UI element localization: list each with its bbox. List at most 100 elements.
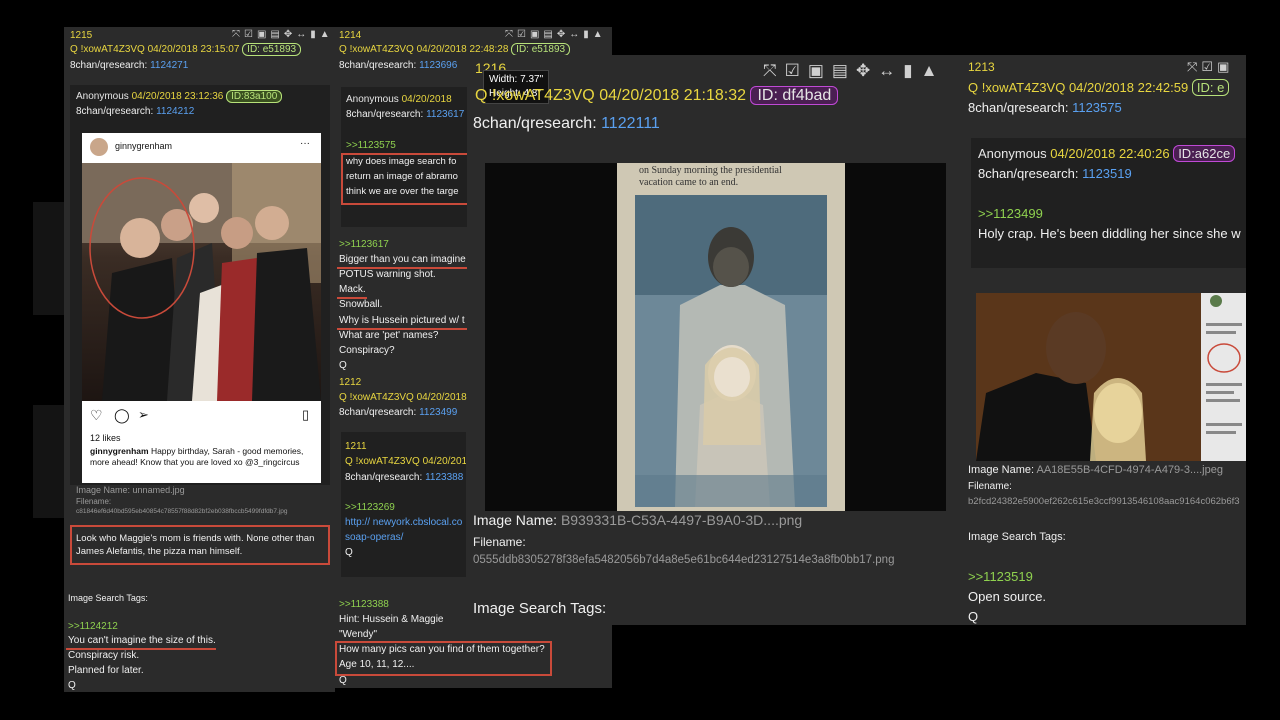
likes-count: 12 likes [90,433,121,443]
post-number-1212[interactable]: 1212 [339,377,361,388]
board-link[interactable]: 1122111 [601,115,660,132]
check-icon[interactable]: ☑ [1201,59,1213,75]
clipping-line-2: vacation came to an end. [639,177,739,188]
bookmark-icon[interactable]: ▯ [302,407,309,423]
caption-user[interactable]: ginnygrenham [90,446,149,456]
sub-post-1211: 1211 Q !xowAT4Z3VQ 04/20/2018 8chan/qres… [341,432,466,577]
move-icon[interactable]: ✥ [557,29,565,40]
share-icon[interactable]: ⤧ [1187,59,1197,75]
body-line-3: Mack. [339,284,366,295]
resize-icon[interactable]: ↔ [878,61,895,81]
doc-icon[interactable]: ▤ [543,29,552,40]
doc-icon[interactable]: ▤ [270,29,279,40]
reply-name: Anonymous [346,94,399,105]
send-icon[interactable]: ➢ [138,407,149,423]
post-toolbar: ⤧ ☑ ▣ [1187,59,1229,75]
external-link[interactable]: http:// newyork.cbslocal.co [345,517,462,528]
instagram-card[interactable]: ginnygrenham ··· ♡ ◯ ➢ ▯ 12 likes ginnyg… [82,133,321,483]
boxed-line-2: Age 10, 11, 12.... [339,659,415,670]
reply-board-link[interactable]: 1124212 [156,106,194,117]
reply-board-link[interactable]: 1123617 [426,109,464,120]
vr-icon[interactable]: ▣ [1217,59,1229,75]
quote-link[interactable]: >>1123617 [339,239,389,250]
like-icon[interactable]: ♡ [90,407,103,424]
body-line-7: Conspiracy? [339,345,395,356]
up-icon[interactable]: ▲ [593,29,603,40]
post-number-1211[interactable]: 1211 [345,441,367,452]
body-line-2: POTUS warning shot. [339,269,436,280]
board-link[interactable]: 1123575 [1072,100,1122,115]
id-badge[interactable]: ID: df4bad [750,86,839,105]
filename-label: Filename: [473,535,526,549]
quote-link[interactable]: >>1123388 [339,599,389,610]
post-header: Q !xowAT4Z3VQ 04/20/2018 22:48:28 ID: e5… [339,43,571,56]
tripcode: !xowAT4Z3VQ [491,87,595,104]
post-number[interactable]: 1215 [70,30,92,41]
insta-caption: ginnygrenham Happy birthday, Sarah - goo… [90,446,315,468]
post-number[interactable]: 1214 [339,30,361,41]
doc-icon[interactable]: ▤ [832,61,848,81]
more-icon[interactable]: ··· [300,138,310,149]
resize-icon[interactable]: ↔ [296,29,306,40]
move-icon[interactable]: ✥ [284,29,292,40]
board-link[interactable]: 1124271 [150,60,188,71]
reply-board-link[interactable]: 1123519 [1082,166,1132,181]
board-link[interactable]: 1123499 [419,407,457,418]
board-link[interactable]: 1123696 [419,60,457,71]
image-name[interactable]: AA18E55B-4CFD-4974-A479-3....jpeg [1036,464,1223,476]
filename[interactable]: 0555ddb8305278f38efa5482056b7d4a8e5e61bc… [473,554,894,566]
clipboard-icon[interactable]: ▮ [583,29,589,40]
post-toolbar: ⤧ ☑ ▣ ▤ ✥ ↔ ▮ ▲ [232,29,330,40]
id-badge[interactable]: ID: e51893 [242,43,302,56]
reply-boxed-2: return an image of abramo [346,171,458,182]
post-date: 04/20/2018 21:18:32 [599,87,747,104]
id-badge[interactable]: ID: e [1191,79,1230,96]
reply-header: Anonymous 04/20/2018 23:12:36 ID:83a100 [76,90,283,103]
body-line-5: Why is Hussein pictured w/ t [339,315,465,326]
board-line: 8chan/qresearch: 1123696 [339,60,457,71]
share-icon[interactable]: ⤧ [505,29,513,40]
filename[interactable]: c81846ef6d40bd595eb40854c78557f88d82bf2e… [76,508,287,515]
post-number[interactable]: 1213 [968,60,995,74]
image-name[interactable]: unnamed.jpg [133,485,185,495]
reply-post: Anonymous 04/20/2018 22:40:26 ID:a62ce 8… [971,138,1246,268]
q-label: Q [339,44,347,55]
board-label: 8chan/qresearch: [70,60,148,71]
post-image[interactable] [976,293,1246,461]
reply-board-line: 8chan/qresearch: 1124212 [76,106,194,117]
board-link[interactable]: 1123388 [425,472,463,483]
check-icon[interactable]: ☑ [517,29,526,40]
reply-id-badge[interactable]: ID:83a100 [226,90,283,103]
vr-icon[interactable]: ▣ [808,61,824,81]
check-icon[interactable]: ☑ [785,61,800,81]
vr-icon[interactable]: ▣ [530,29,539,40]
move-icon[interactable]: ✥ [856,61,870,81]
reply-quote[interactable]: >>1123575 [346,140,396,151]
resize-icon[interactable]: ↔ [569,29,579,40]
quote-link[interactable]: >>1123519 [968,569,1033,584]
body-line-1: You can't imagine the size of this. [68,635,216,646]
post-image[interactable]: on Sunday morning the presidential vacat… [485,163,946,511]
vr-icon[interactable]: ▣ [257,29,266,40]
image-name[interactable]: B939331B-C53A-4497-B9A0-3D....png [561,512,802,528]
external-link-2[interactable]: soap-operas/ [345,532,403,543]
reply-date: 04/20/2018 22:40:26 [1050,146,1170,161]
reply-quote[interactable]: >>1123499 [978,206,1043,221]
share-icon[interactable]: ⤧ [232,29,240,40]
clipboard-icon[interactable]: ▮ [310,29,316,40]
check-icon[interactable]: ☑ [244,29,253,40]
post-1216: 1216 Width: 7.37" Height: 4.8" ⤧ ☑ ▣ ▤ ✥… [467,55,961,625]
insta-user[interactable]: ginnygrenham [115,141,172,151]
quote-link[interactable]: >>1123269 [345,502,395,513]
quote-link[interactable]: >>1124212 [68,621,118,632]
reply-id-badge[interactable]: ID:a62ce [1173,145,1236,162]
up-icon[interactable]: ▲ [921,61,938,81]
up-icon[interactable]: ▲ [320,29,330,40]
caption-tag[interactable]: @3_ringcircus [245,457,299,467]
newspaper-clipping: on Sunday morning the presidential vacat… [617,163,845,511]
body-line-4: Q [68,680,76,691]
filename[interactable]: b2fcd24382e5900ef262c615e3ccf9913546108a… [968,496,1240,507]
comment-icon[interactable]: ◯ [114,407,130,424]
clipboard-icon[interactable]: ▮ [903,61,912,81]
share-icon[interactable]: ⤧ [763,61,777,81]
